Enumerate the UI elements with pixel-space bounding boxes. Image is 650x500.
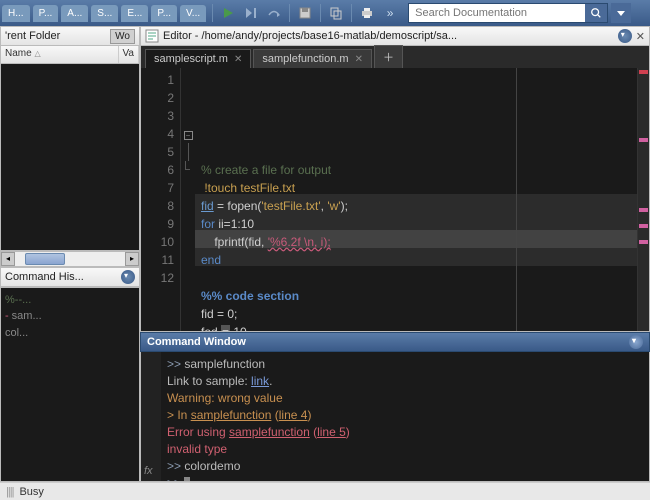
- menu-tab[interactable]: S...: [91, 5, 118, 22]
- command-gutter: fx: [141, 352, 161, 481]
- editor-menu-button[interactable]: [618, 29, 632, 43]
- scroll-track[interactable]: [15, 252, 125, 266]
- command-window-header: Command Window: [140, 332, 650, 352]
- history-item[interactable]: col...: [5, 325, 135, 342]
- status-text: Busy: [19, 486, 43, 498]
- file-tab[interactable]: samplescript.m✕: [145, 49, 251, 68]
- more-button[interactable]: »: [379, 3, 401, 23]
- error-marker[interactable]: [639, 70, 648, 74]
- workspace-tab[interactable]: Wo: [110, 29, 135, 44]
- main-toolbar: H... P... A... S... E... P... V... »: [0, 0, 650, 26]
- editor-path: Editor - /home/andy/projects/base16-matl…: [163, 30, 615, 42]
- line-gutter: 123456789101112: [141, 68, 181, 331]
- menu-tab[interactable]: H...: [2, 5, 30, 22]
- command-history-body[interactable]: %--... -sam... col...: [0, 287, 140, 483]
- resize-grip-icon[interactable]: ||||: [6, 486, 13, 498]
- output-link[interactable]: line 4: [279, 408, 308, 422]
- editor-close-button[interactable]: ✕: [636, 30, 645, 43]
- code-area[interactable]: % create a file for output !touch testFi…: [195, 68, 637, 331]
- menu-tab[interactable]: P...: [33, 5, 59, 22]
- history-item[interactable]: %--...: [5, 292, 135, 309]
- editor-body: 123456789101112 − % create a file for ou…: [140, 68, 650, 332]
- menu-tab[interactable]: A...: [61, 5, 88, 22]
- menu-tab[interactable]: V...: [180, 5, 206, 22]
- error-strip: [637, 68, 649, 331]
- new-tab-button[interactable]: ＋: [374, 45, 403, 68]
- menu-tab[interactable]: E...: [121, 5, 148, 22]
- scroll-left-button[interactable]: ◂: [1, 252, 15, 266]
- history-menu-button[interactable]: [121, 270, 135, 284]
- file-tab-bar: samplescript.m✕ samplefunction.m✕ ＋: [140, 46, 650, 68]
- editor-header: Editor - /home/andy/projects/base16-matl…: [140, 26, 650, 46]
- folder-listing[interactable]: [0, 64, 140, 251]
- output-link[interactable]: link: [251, 374, 269, 388]
- warning-marker[interactable]: [639, 240, 648, 244]
- close-tab-icon[interactable]: ✕: [234, 54, 242, 65]
- output-link[interactable]: samplefunction: [191, 408, 272, 422]
- current-folder-header: 'rent Folder Wo: [0, 26, 140, 46]
- command-history-header: Command His...: [0, 267, 140, 287]
- copy-button[interactable]: [325, 3, 347, 23]
- run-button[interactable]: [217, 3, 239, 23]
- close-tab-icon[interactable]: ✕: [355, 54, 363, 65]
- output-link[interactable]: line 5: [317, 425, 346, 439]
- fx-icon[interactable]: fx: [144, 465, 153, 477]
- search-submit-button[interactable]: [585, 4, 607, 22]
- fold-toggle[interactable]: −: [184, 131, 193, 140]
- command-window-body: fx >> samplefunctionLink to sample: link…: [140, 352, 650, 482]
- folder-columns: Name △ Va: [0, 46, 140, 64]
- scroll-thumb[interactable]: [25, 253, 65, 265]
- step-button[interactable]: [240, 3, 262, 23]
- history-item[interactable]: -sam...: [5, 308, 135, 325]
- command-window-menu-button[interactable]: [629, 335, 643, 349]
- scroll-right-button[interactable]: ▸: [125, 252, 139, 266]
- search-input[interactable]: [409, 7, 585, 19]
- print-button[interactable]: [356, 3, 378, 23]
- file-tab[interactable]: samplefunction.m✕: [253, 49, 372, 68]
- editor-icon: [145, 29, 159, 43]
- col-value[interactable]: Va: [119, 46, 140, 63]
- search-box: [408, 3, 608, 23]
- folder-scrollbar: ◂ ▸: [0, 251, 140, 267]
- step-over-button[interactable]: [263, 3, 285, 23]
- warning-marker[interactable]: [639, 224, 648, 228]
- toolbar-dropdown-button[interactable]: [611, 3, 631, 23]
- save-button[interactable]: [294, 3, 316, 23]
- warning-marker[interactable]: [639, 208, 648, 212]
- command-history-title: Command His...: [5, 271, 118, 283]
- status-bar: |||| Busy: [0, 482, 650, 500]
- command-output[interactable]: >> samplefunctionLink to sample: link.Wa…: [161, 352, 649, 481]
- warning-marker[interactable]: [639, 138, 648, 142]
- menu-tab[interactable]: P...: [151, 5, 177, 22]
- col-name[interactable]: Name: [5, 48, 32, 59]
- current-folder-title: 'rent Folder: [5, 30, 108, 42]
- output-link[interactable]: samplefunction: [229, 425, 310, 439]
- command-window-title: Command Window: [147, 336, 626, 348]
- fold-gutter: −: [181, 68, 195, 331]
